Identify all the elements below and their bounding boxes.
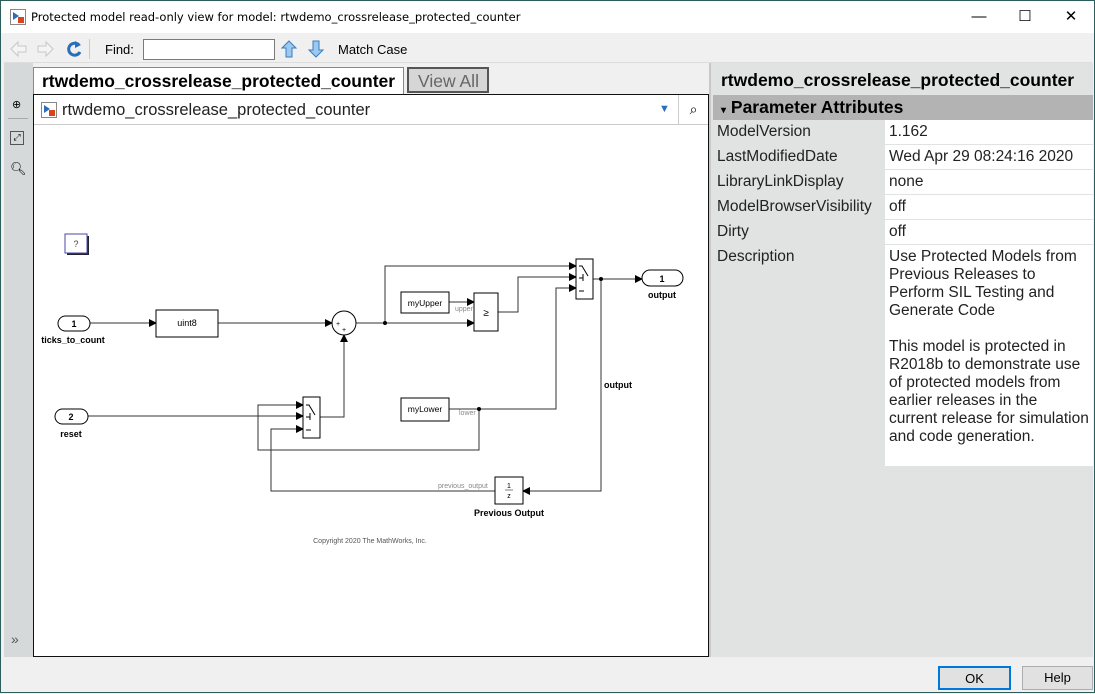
match-case-toggle[interactable]: Match Case bbox=[338, 42, 407, 57]
param-row: ModelBrowserVisibility off bbox=[713, 195, 1093, 220]
close-button[interactable]: ✕ bbox=[1048, 1, 1094, 33]
find-label: Find: bbox=[105, 42, 134, 57]
hide-show-icon[interactable]: ⊕ bbox=[12, 98, 21, 111]
fit-to-view-icon[interactable]: ⤢ bbox=[10, 131, 24, 145]
left-tool-strip: ⊕ ⤢ 🔍︎ » bbox=[4, 63, 33, 657]
tab-view-all[interactable]: View All bbox=[407, 67, 489, 93]
search-icon[interactable]: ⌕ bbox=[678, 95, 708, 125]
param-row: LibraryLinkDisplay none bbox=[713, 170, 1093, 195]
diagram-panel: rtwdemo_crossrelease_protected_counter ▼… bbox=[33, 94, 709, 657]
minimize-button[interactable]: — bbox=[956, 1, 1002, 33]
window-title: Protected model read-only view for model… bbox=[31, 10, 521, 24]
zoom-icon[interactable]: 🔍︎ bbox=[10, 161, 27, 177]
param-row: Dirty off bbox=[713, 220, 1093, 245]
breadcrumb-model[interactable]: rtwdemo_crossrelease_protected_counter bbox=[62, 101, 370, 120]
panel-title: rtwdemo_crossrelease_protected_counter bbox=[721, 70, 1075, 90]
forward-icon[interactable] bbox=[37, 40, 54, 58]
ok-button[interactable]: OK bbox=[938, 666, 1011, 690]
simulink-model-icon bbox=[10, 9, 26, 25]
maximize-button[interactable]: ☐ bbox=[1002, 1, 1048, 33]
find-nav bbox=[281, 40, 325, 58]
find-input[interactable] bbox=[143, 39, 275, 60]
expand-icon[interactable]: » bbox=[11, 631, 19, 647]
refresh-icon[interactable] bbox=[67, 41, 82, 57]
section-title: Parameter Attributes bbox=[730, 97, 904, 117]
param-row: LastModifiedDate Wed Apr 29 08:24:16 2020 bbox=[713, 145, 1093, 170]
breadcrumb: rtwdemo_crossrelease_protected_counter ▼… bbox=[34, 95, 708, 125]
model-icon bbox=[41, 102, 57, 118]
back-icon[interactable] bbox=[10, 40, 27, 58]
help-button[interactable]: Help bbox=[1022, 666, 1093, 690]
param-row: ModelVersion 1.162 bbox=[713, 120, 1093, 145]
strip-divider bbox=[8, 118, 28, 119]
find-previous-icon[interactable] bbox=[281, 40, 298, 58]
section-header[interactable]: ▾ Parameter Attributes bbox=[713, 95, 1093, 120]
param-row-description: Description Use Protected Models from Pre… bbox=[713, 245, 1093, 467]
find-next-icon[interactable] bbox=[307, 40, 325, 58]
chevron-down-icon[interactable]: ▼ bbox=[659, 103, 670, 115]
tab-model[interactable]: rtwdemo_crossrelease_protected_counter bbox=[33, 67, 404, 95]
properties-panel: rtwdemo_crossrelease_protected_counter ▾… bbox=[711, 63, 1093, 657]
nav-buttons bbox=[10, 40, 82, 58]
toolbar-divider bbox=[89, 39, 90, 59]
collapse-icon[interactable]: ▾ bbox=[721, 105, 726, 116]
title-bar: Protected model read-only view for model… bbox=[1, 1, 1094, 33]
